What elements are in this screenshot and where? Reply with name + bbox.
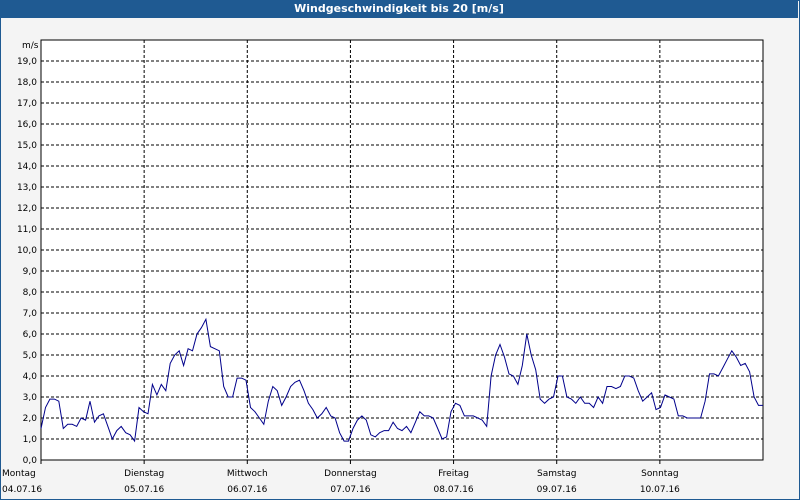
y-tick-label: 17,0 (17, 99, 37, 109)
y-tick-label: 6,0 (23, 330, 38, 340)
x-tick-day: Donnerstag (324, 469, 377, 479)
y-tick-label: 5,0 (23, 351, 38, 361)
y-tick-label: 0,0 (23, 456, 38, 466)
x-axis-ticks: Montag 04.07.16 Dienstag 05.07.16 Mittwoch 06… (2, 460, 680, 495)
y-axis-unit: m/s (22, 41, 39, 51)
x-tick-day: Dienstag (124, 469, 164, 479)
y-tick-label: 2,0 (23, 414, 38, 424)
x-tick-day: Samstag (537, 469, 576, 479)
y-tick-label: 16,0 (17, 120, 37, 130)
y-tick-label: 7,0 (23, 309, 38, 319)
wind-speed-chart: 0,0 1,0 2,0 3,0 4,0 5,0 6,0 7,0 8,0 9,0 10,0 11,0 12… (2, 39, 764, 495)
x-tick-day: Mittwoch (227, 469, 268, 479)
x-tick-date: 10.07.16 (640, 485, 680, 495)
x-tick-date: 09.07.16 (537, 485, 577, 495)
y-tick-label: 8,0 (23, 288, 38, 298)
y-tick-label: 9,0 (23, 267, 38, 277)
y-tick-label: 14,0 (17, 162, 37, 172)
y-tick-label: 4,0 (23, 372, 38, 382)
x-tick-day: Sonntag (641, 469, 678, 479)
y-tick-label: 10,0 (17, 246, 37, 256)
x-tick-date: 08.07.16 (434, 485, 474, 495)
y-axis-ticks: 0,0 1,0 2,0 3,0 4,0 5,0 6,0 7,0 8,0 9,0 10,0 11,0 12… (17, 57, 37, 466)
y-tick-label: 15,0 (17, 141, 37, 151)
y-tick-label: 18,0 (17, 78, 37, 88)
x-tick-date: 07.07.16 (330, 485, 370, 495)
y-tick-label: 11,0 (17, 225, 37, 235)
y-tick-label: 3,0 (23, 393, 38, 403)
x-tick-date: 06.07.16 (227, 485, 267, 495)
x-tick-day: Freitag (438, 469, 469, 479)
x-tick-day: Montag (2, 469, 36, 479)
y-tick-label: 1,0 (23, 435, 38, 445)
y-tick-label: 19,0 (17, 57, 37, 67)
x-tick-date: 05.07.16 (124, 485, 164, 495)
x-tick-date: 04.07.16 (2, 485, 42, 495)
y-tick-label: 13,0 (17, 183, 37, 193)
y-tick-label: 12,0 (17, 204, 37, 214)
